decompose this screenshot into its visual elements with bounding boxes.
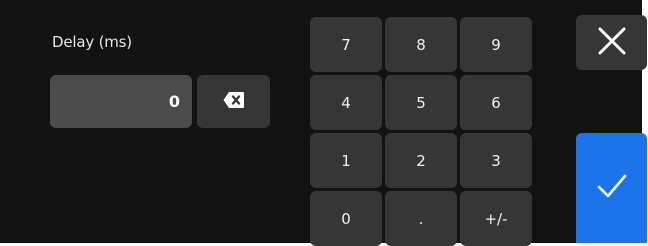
key-label: 8	[416, 35, 426, 54]
key-label: 6	[491, 93, 501, 112]
close-icon	[597, 26, 627, 60]
key-label: +/-	[484, 209, 508, 228]
key-5[interactable]: 5	[385, 75, 457, 130]
close-button[interactable]	[576, 15, 647, 70]
key-3[interactable]: 3	[460, 133, 532, 188]
key-0[interactable]: 0	[310, 191, 382, 246]
key-7[interactable]: 7	[310, 17, 382, 72]
confirm-button[interactable]	[576, 133, 647, 243]
key-9[interactable]: 9	[460, 17, 532, 72]
backspace-icon	[223, 91, 245, 113]
value-text: 0	[168, 92, 180, 111]
key-label: 0	[341, 209, 351, 228]
key-label: 1	[341, 151, 351, 170]
key-label: 9	[491, 35, 501, 54]
key-label: 2	[416, 151, 426, 170]
key-6[interactable]: 6	[460, 75, 532, 130]
key-label: .	[418, 209, 424, 228]
key-2[interactable]: 2	[385, 133, 457, 188]
key-plus-minus[interactable]: +/-	[460, 191, 532, 246]
backspace-button[interactable]	[197, 75, 270, 128]
numeric-keypad-dialog: Delay (ms) 0 7 8 9 4 5 6 1 2 3 0 . +/-	[0, 0, 648, 246]
key-label: 7	[341, 35, 351, 54]
key-label: 5	[416, 93, 426, 112]
key-label: 3	[491, 151, 501, 170]
key-4[interactable]: 4	[310, 75, 382, 130]
key-8[interactable]: 8	[385, 17, 457, 72]
value-input[interactable]: 0	[50, 75, 192, 128]
key-decimal-point[interactable]: .	[385, 191, 457, 246]
checkmark-icon	[597, 173, 627, 203]
key-1[interactable]: 1	[310, 133, 382, 188]
field-label: Delay (ms)	[52, 33, 132, 51]
key-label: 4	[341, 93, 351, 112]
